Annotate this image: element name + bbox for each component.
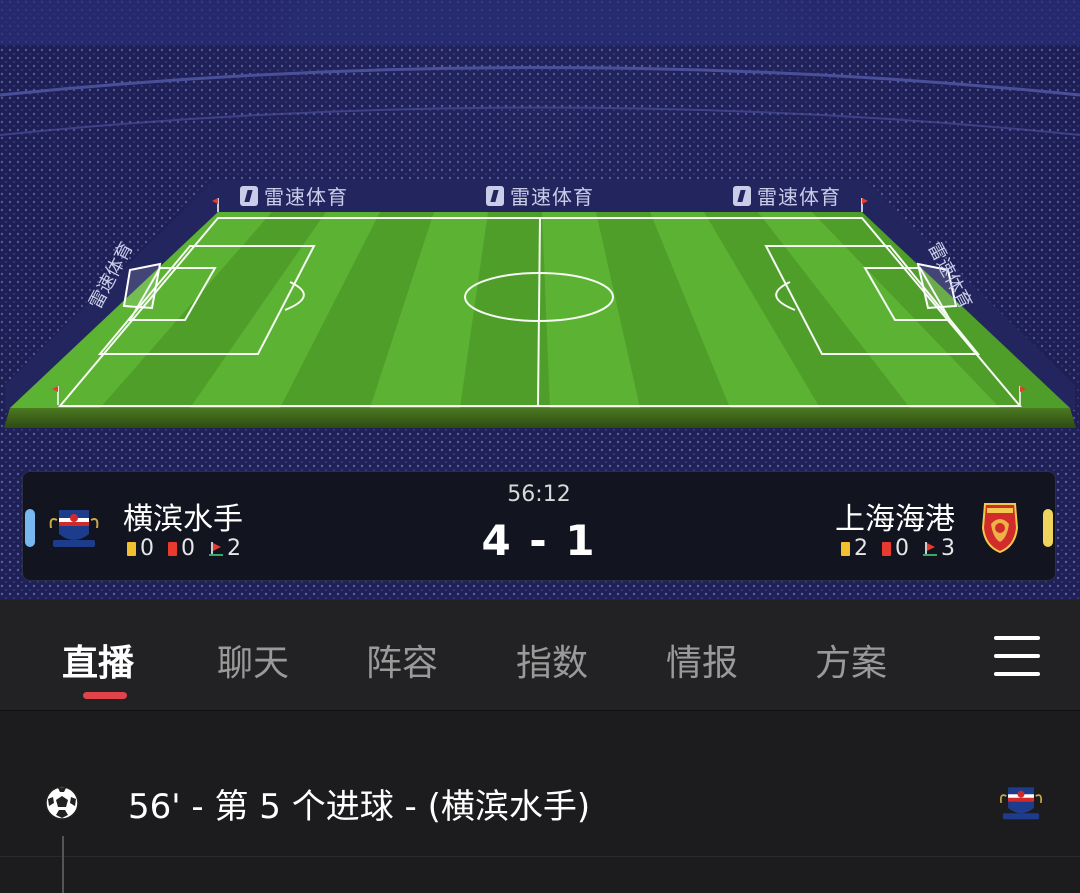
timeline-connector (62, 836, 64, 893)
leisu-logo-icon (486, 185, 504, 206)
tab-intel[interactable]: 情报 (666, 634, 738, 686)
away-corners: 3 (923, 536, 955, 561)
tab-live[interactable]: 直播 (62, 634, 134, 686)
away-yellow-cards: 2 (841, 536, 868, 561)
red-card-icon (882, 541, 891, 556)
shanghai-port-crest-icon[interactable] (971, 498, 1029, 556)
active-tab-indicator (83, 692, 127, 699)
soccer-ball-icon (45, 786, 79, 820)
away-corner-count: 3 (941, 536, 955, 561)
away-red-count: 0 (895, 536, 909, 561)
tab-chat[interactable]: 聊天 (217, 634, 289, 686)
ad-board-text: 雷速体育 (510, 185, 594, 209)
away-red-cards: 0 (882, 536, 909, 561)
away-team-name[interactable]: 上海海港 (835, 494, 955, 538)
tab-lineup[interactable]: 阵容 (366, 634, 438, 686)
yokohama-crest-icon (999, 787, 1043, 820)
ad-board-text: 雷速体育 (264, 185, 348, 209)
score-bar: 横滨水手 0 0 2 56:12 4 - 1 上海海港 2 0 3 (22, 471, 1056, 581)
away-stats: 2 0 3 (841, 536, 955, 561)
ad-board-text: 雷速体育 (757, 185, 841, 209)
ad-board-2: 雷速体育 (486, 181, 594, 210)
yellow-card-icon (841, 541, 850, 556)
ad-board-1: 雷速体育 (240, 181, 348, 210)
feed-event-row[interactable]: 56' - 第 5 个进球 - (横滨水手) (0, 711, 1080, 857)
event-description: 56' - 第 5 个进球 - (横滨水手) (128, 787, 591, 827)
live-feed: 56' - 第 5 个进球 - (横滨水手) (0, 711, 1080, 893)
tab-odds[interactable]: 指数 (516, 634, 588, 686)
leisu-logo-icon (733, 185, 751, 206)
leisu-logo-icon (240, 185, 258, 206)
menu-icon[interactable] (994, 636, 1040, 676)
tab-plans[interactable]: 方案 (815, 634, 887, 686)
ad-board-3: 雷速体育 (733, 181, 841, 210)
tab-bar: 直播 聊天 阵容 指数 情报 方案 (0, 600, 1080, 711)
away-yellow-count: 2 (854, 536, 868, 561)
corner-flag-icon (923, 541, 937, 556)
